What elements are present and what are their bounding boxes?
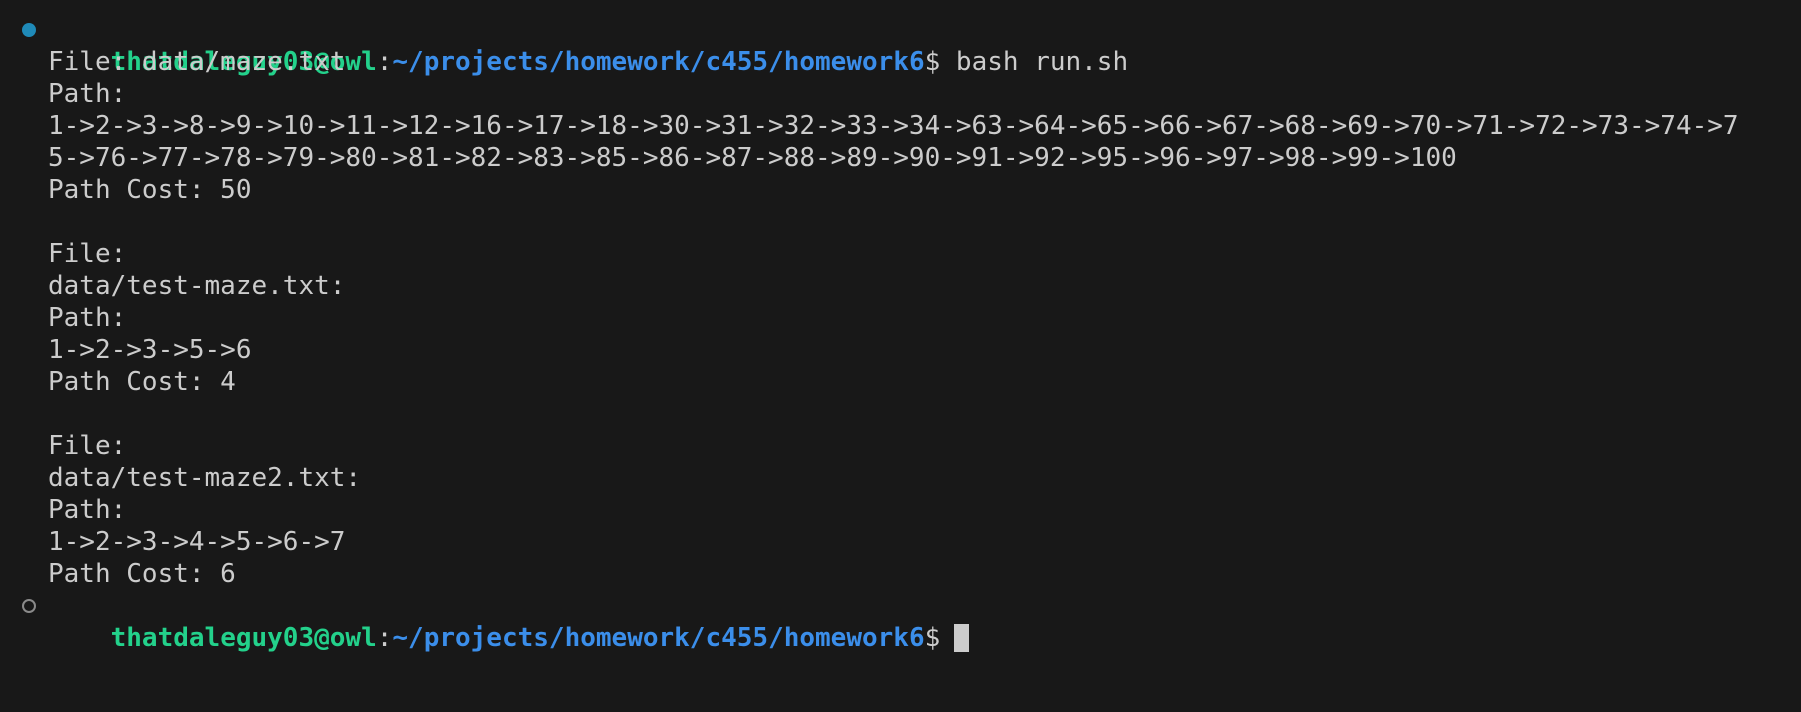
prompt-separator: :: [376, 623, 393, 653]
output-file-label: File:: [48, 239, 127, 269]
command-pending-circle-icon: [22, 599, 36, 613]
output-path-line: 1->2->3->4->5->6->7: [48, 527, 346, 557]
output-path-cost: Path Cost: 50: [48, 175, 252, 205]
output-path-label: Path:: [48, 79, 127, 109]
prompt-line-2[interactable]: thatdaleguy03@owl:~/projects/homework/c4…: [0, 590, 1801, 653]
terminal-cursor[interactable]: [954, 624, 970, 652]
output-file-name: data/test-maze2.txt:: [48, 463, 362, 493]
output-file-label: File:: [48, 431, 127, 461]
prompt-line-1: thatdaleguy03@owl:~/projects/homework/c4…: [0, 14, 1801, 77]
output-path-label: Path:: [48, 495, 127, 525]
output-path-line: 1->2->3->5->6: [48, 335, 252, 365]
output-path-label: Path:: [48, 303, 127, 333]
output-path-line: 1->2->3->8->9->10->11->12->16->17->18->3…: [48, 111, 1739, 141]
prompt-cwd: ~/projects/homework/c455/homework6: [392, 623, 925, 653]
output-path-cost: Path Cost: 4: [48, 367, 236, 397]
output-file-name: data/test-maze.txt:: [48, 271, 346, 301]
prompt-symbol: $: [924, 623, 941, 653]
command-success-dot-icon[interactable]: [22, 23, 36, 37]
output-path-line: 5->76->77->78->79->80->81->82->83->85->8…: [48, 143, 1457, 173]
output-file-line: File: data/maze.txt: [48, 47, 346, 77]
prompt-user-host: thatdaleguy03@owl: [110, 623, 377, 653]
terminal-panel[interactable]: thatdaleguy03@owl:~/projects/homework/c4…: [0, 0, 1801, 712]
output-path-cost: Path Cost: 6: [48, 559, 236, 589]
